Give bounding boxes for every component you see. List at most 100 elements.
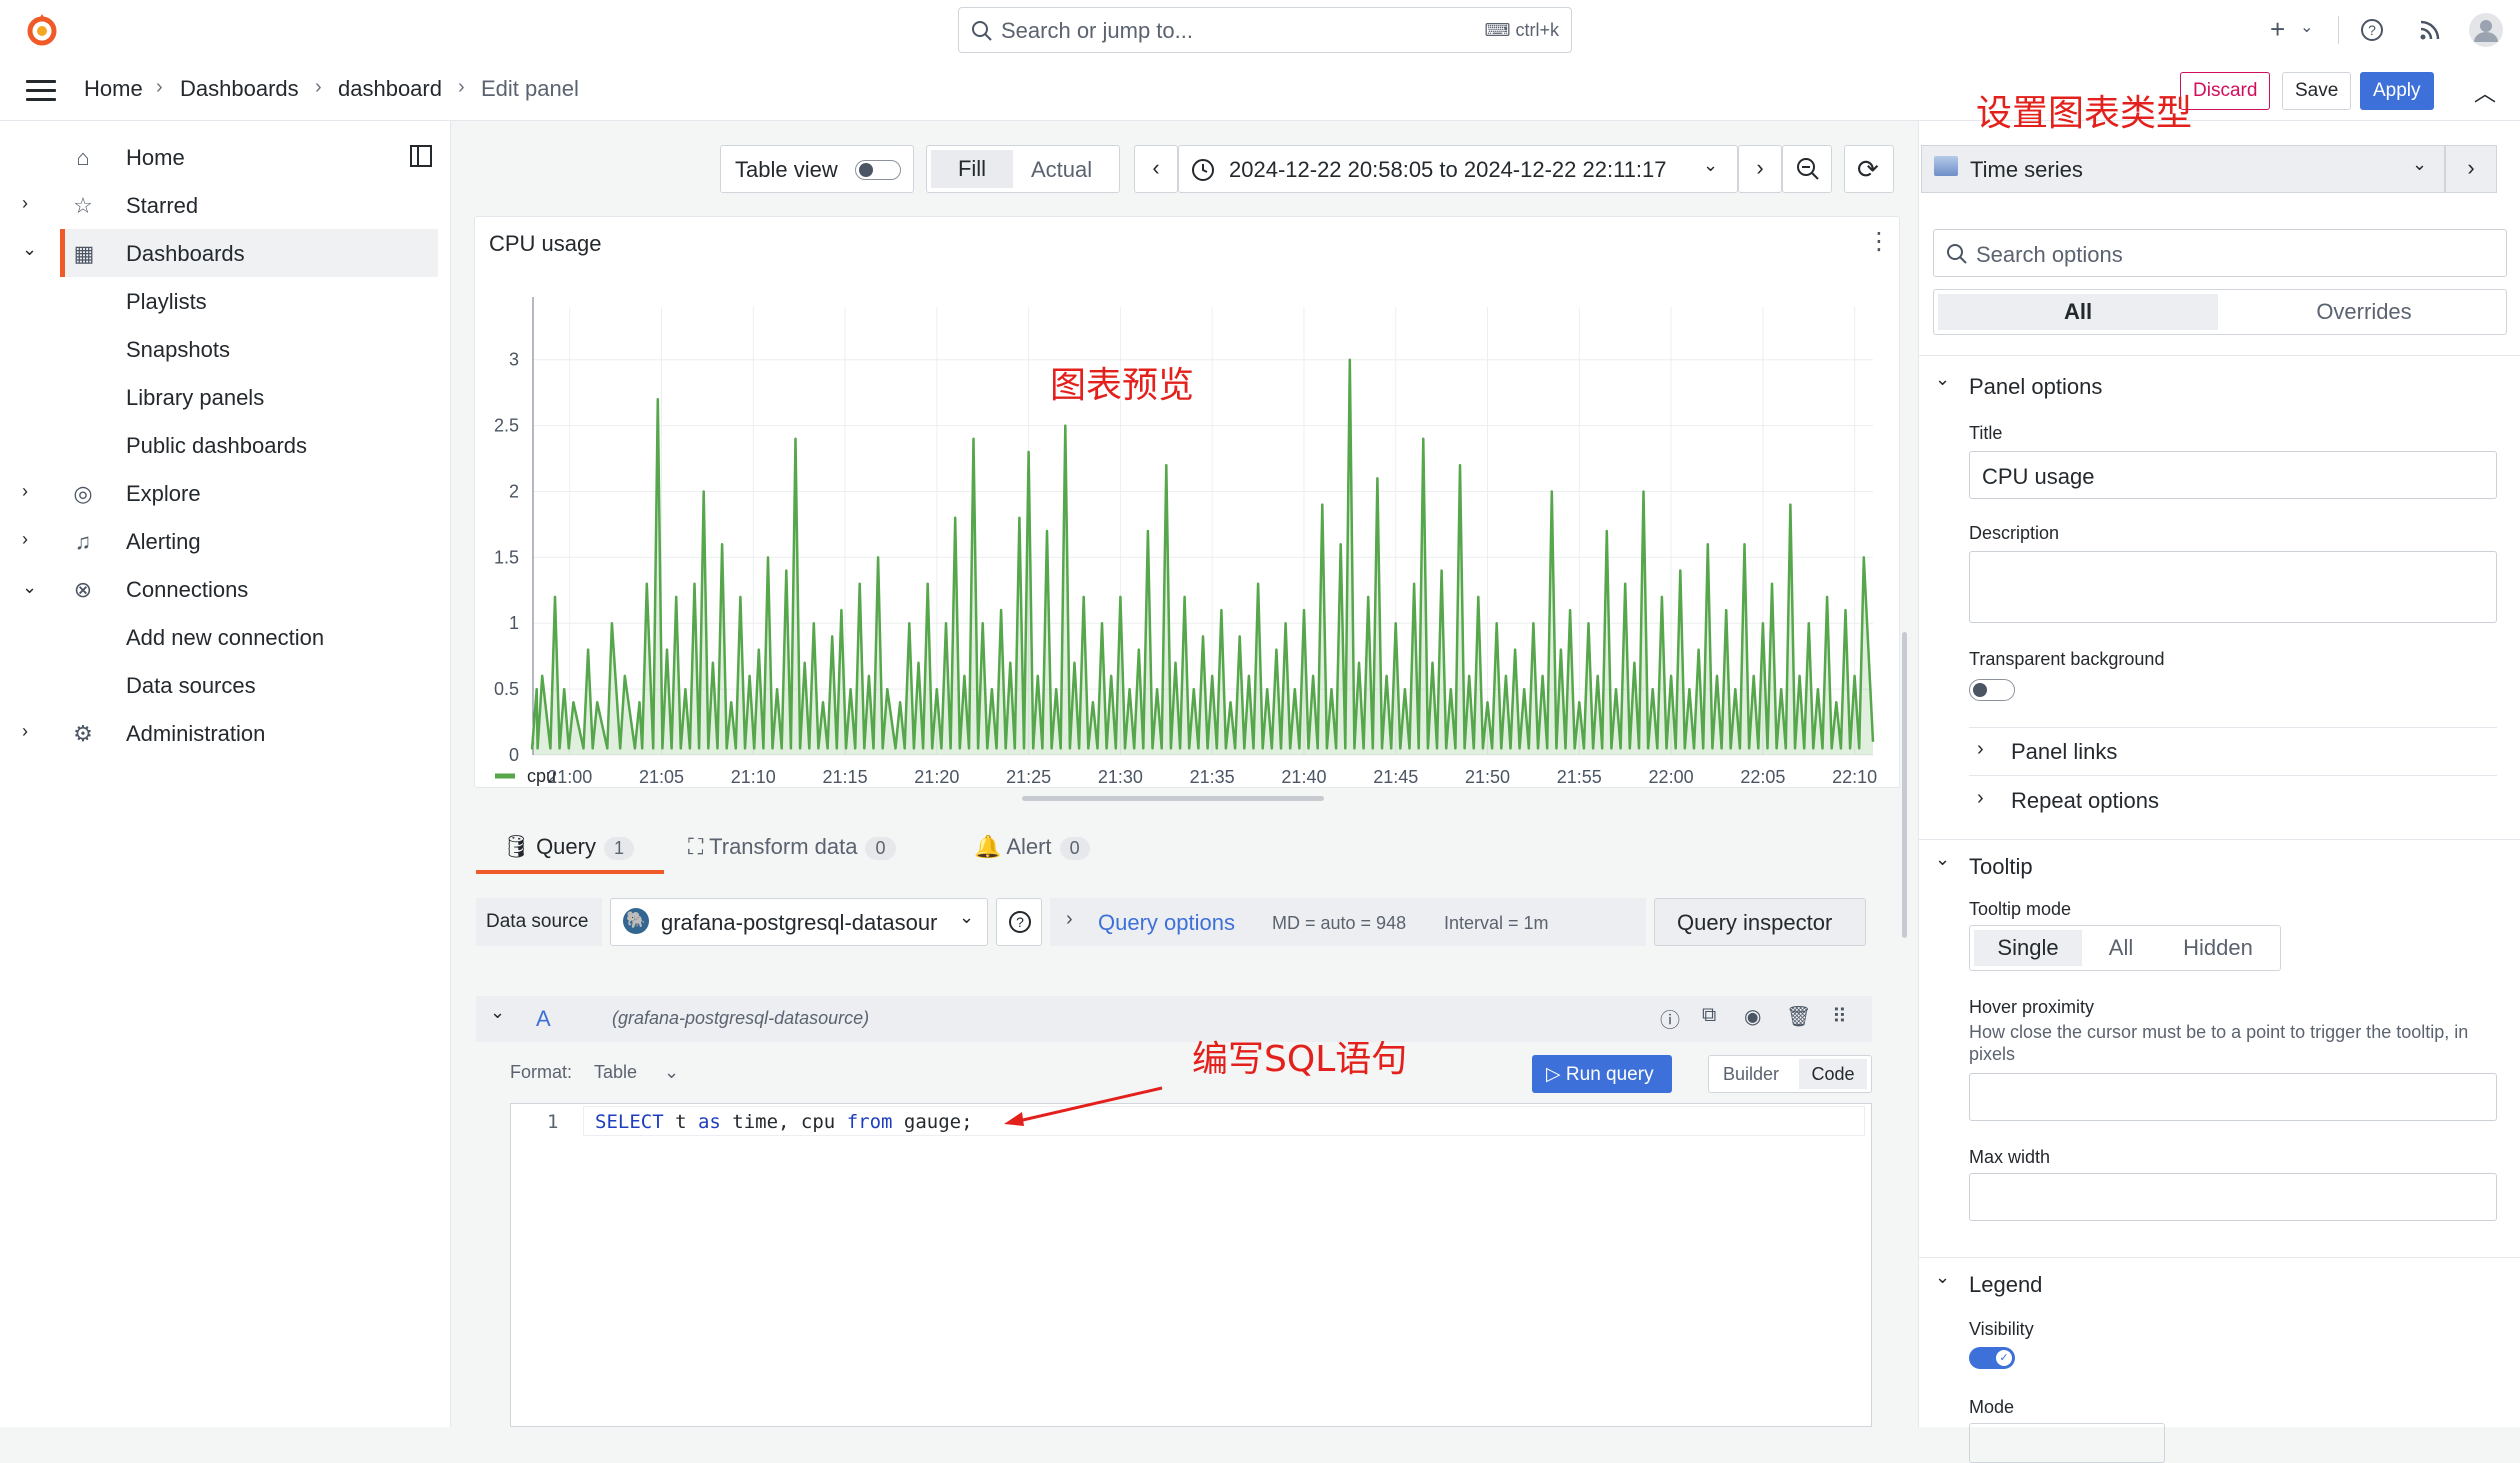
- query-ref-id[interactable]: A: [536, 1006, 551, 1032]
- repeat-options-header[interactable]: Repeat options: [2011, 788, 2159, 814]
- tooltip-header[interactable]: Tooltip: [1969, 854, 2033, 880]
- legend-header[interactable]: Legend: [1969, 1272, 2042, 1298]
- builder-mode-button[interactable]: Builder: [1723, 1064, 1779, 1085]
- run-query-label: Run query: [1565, 1064, 1654, 1085]
- sidebar-item-administration[interactable]: › ⚙ Administration: [0, 709, 440, 757]
- sidebar-item-data-sources[interactable]: Data sources: [0, 661, 440, 709]
- actual-button[interactable]: Actual: [1031, 157, 1092, 183]
- data-source-picker[interactable]: 🐘 grafana-postgresql-datasour ⌄: [610, 898, 988, 946]
- tooltip-mode-all[interactable]: All: [2086, 930, 2156, 966]
- table-view-toggle[interactable]: Table view: [720, 145, 914, 193]
- description-textarea[interactable]: [1969, 551, 2497, 623]
- refresh-button[interactable]: ⟳: [1844, 145, 1894, 193]
- time-range-picker[interactable]: 2024-12-22 20:58:05 to 2024-12-22 22:11:…: [1178, 145, 1738, 193]
- help-icon[interactable]: ?: [2360, 18, 2384, 42]
- format-select[interactable]: Table ⌄: [594, 1062, 679, 1083]
- help-icon[interactable]: ⓘ: [1660, 1004, 1680, 1033]
- save-button[interactable]: Save: [2282, 72, 2352, 110]
- breadcrumb-edit-panel: Edit panel: [481, 76, 579, 101]
- transparent-background-switch[interactable]: [1969, 679, 2015, 701]
- sidebar-item-explore[interactable]: › ◎ Explore: [0, 469, 440, 517]
- code-mode-button[interactable]: Code: [1799, 1059, 1867, 1089]
- chevron-right-icon[interactable]: ›: [22, 721, 28, 742]
- tab-all[interactable]: All: [1938, 294, 2218, 330]
- chevron-right-icon[interactable]: ›: [22, 481, 28, 502]
- query-inspector-button[interactable]: Query inspector: [1654, 898, 1866, 946]
- chevron-down-icon[interactable]: ⌄: [22, 577, 37, 598]
- query-options-link[interactable]: Query options: [1098, 910, 1235, 936]
- toggle-switch[interactable]: [855, 160, 901, 180]
- add-new-icon[interactable]: +: [2270, 14, 2285, 45]
- fill-button[interactable]: Fill: [931, 150, 1013, 188]
- data-source-name: grafana-postgresql-datasour: [661, 910, 938, 935]
- sidebar-item-playlists[interactable]: Playlists: [0, 277, 440, 325]
- legend-mode-radio-group[interactable]: [1969, 1423, 2165, 1463]
- panel-links-header[interactable]: Panel links: [2011, 739, 2117, 765]
- rss-news-icon[interactable]: [2418, 18, 2442, 42]
- collapse-chevron-icon[interactable]: ︿: [2474, 76, 2496, 108]
- search-input[interactable]: Search or jump to... ⌨ ctrl+k: [958, 7, 1572, 53]
- data-source-help-button[interactable]: ?: [996, 898, 1042, 946]
- chevron-down-icon[interactable]: ⌄: [1935, 849, 1950, 870]
- time-range-shift-forward-button[interactable]: ›: [1738, 145, 1782, 193]
- query-options-bar[interactable]: › Query options MD = auto = 948 Interval…: [1050, 898, 1646, 946]
- toggle-options-pane-button[interactable]: ›: [2445, 145, 2497, 193]
- legend-visibility-switch[interactable]: ✓: [1969, 1347, 2015, 1369]
- sql-code-editor[interactable]: 1 SELECT t as time, cpu from gauge;: [510, 1103, 1872, 1427]
- hover-proximity-input[interactable]: [1969, 1073, 2497, 1121]
- panel-resize-handle[interactable]: [1022, 796, 1324, 801]
- mode-label: Mode: [1969, 1397, 2015, 1417]
- sidebar-item-public-dashboards[interactable]: Public dashboards: [0, 421, 440, 469]
- sidebar-item-add-new-connection[interactable]: Add new connection: [0, 613, 440, 661]
- sidebar-item-dashboards[interactable]: ▦ Dashboards: [60, 229, 438, 277]
- chevron-right-icon[interactable]: ›: [1977, 787, 1984, 810]
- chevron-right-icon[interactable]: ›: [1977, 738, 1984, 761]
- time-range-shift-back-button[interactable]: ‹: [1134, 145, 1178, 193]
- sidebar-item-home[interactable]: ⌂ Home: [0, 133, 440, 181]
- sidebar-item-snapshots[interactable]: Snapshots: [0, 325, 440, 373]
- breadcrumb-dashboard[interactable]: dashboard: [338, 76, 442, 102]
- max-width-input[interactable]: [1969, 1173, 2497, 1221]
- bell-icon: ♫: [74, 529, 92, 554]
- search-options-input[interactable]: Search options: [1933, 229, 2507, 277]
- x-tick-label: 22:05: [1740, 767, 1785, 787]
- zoom-out-button[interactable]: [1782, 145, 1832, 193]
- chevron-down-icon[interactable]: ⌄: [1935, 369, 1950, 390]
- drag-handle-icon[interactable]: ⠿: [1832, 1004, 1847, 1029]
- sidebar-item-label: Starred: [126, 193, 199, 218]
- y-tick-label: 0: [509, 745, 519, 765]
- scrollbar[interactable]: [1902, 632, 1907, 938]
- sidebar-item-starred[interactable]: › ☆ Starred: [0, 181, 440, 229]
- time-series-chart[interactable]: 32.521.510.5021:00 21:05 21:10 21:15 21:20 21…: [475, 267, 1899, 787]
- grafana-logo-icon[interactable]: [24, 12, 60, 48]
- x-tick-label: 21:10: [731, 767, 776, 787]
- chevron-right-icon[interactable]: ›: [22, 529, 28, 550]
- breadcrumb-dashboards[interactable]: Dashboards: [180, 76, 299, 102]
- menu-toggle-icon[interactable]: [26, 80, 56, 102]
- sidebar-item-library-panels[interactable]: Library panels: [0, 373, 440, 421]
- panel-menu-icon[interactable]: ⋮: [1867, 227, 1891, 256]
- discard-button[interactable]: Discard: [2180, 72, 2271, 110]
- tooltip-mode-single[interactable]: Single: [1974, 930, 2082, 966]
- title-input[interactable]: CPU usage: [1969, 451, 2497, 499]
- trash-icon[interactable]: 🗑: [1786, 1004, 1811, 1029]
- panel-options-header[interactable]: Panel options: [1969, 374, 2102, 400]
- eye-icon[interactable]: ◉: [1744, 1004, 1761, 1029]
- chevron-down-icon[interactable]: ⌄: [1935, 1267, 1950, 1288]
- tooltip-mode-hidden[interactable]: Hidden: [2160, 930, 2276, 966]
- chevron-right-icon[interactable]: ›: [22, 193, 28, 214]
- apply-button[interactable]: Apply: [2360, 72, 2434, 110]
- chevron-down-icon[interactable]: ⌄: [22, 239, 37, 260]
- user-avatar-icon[interactable]: [2468, 12, 2504, 48]
- tab-query[interactable]: 🛢 Query 1: [476, 826, 664, 874]
- visualization-picker[interactable]: Time series ⌄: [1921, 145, 2445, 193]
- duplicate-icon[interactable]: ⧉: [1702, 1004, 1716, 1027]
- tab-overrides[interactable]: Overrides: [2224, 294, 2504, 330]
- sidebar-item-alerting[interactable]: › ♫ Alerting: [0, 517, 440, 565]
- breadcrumb-home[interactable]: Home: [84, 76, 143, 102]
- run-query-button[interactable]: ▷ Run query: [1532, 1055, 1672, 1093]
- sql-code-line[interactable]: SELECT t as time, cpu from gauge;: [595, 1111, 973, 1133]
- sidebar-item-connections[interactable]: ⌄ ⊗ Connections: [0, 565, 440, 613]
- chevron-down-icon[interactable]: ⌄: [2300, 17, 2313, 37]
- chevron-down-icon[interactable]: ⌄: [490, 1002, 505, 1023]
